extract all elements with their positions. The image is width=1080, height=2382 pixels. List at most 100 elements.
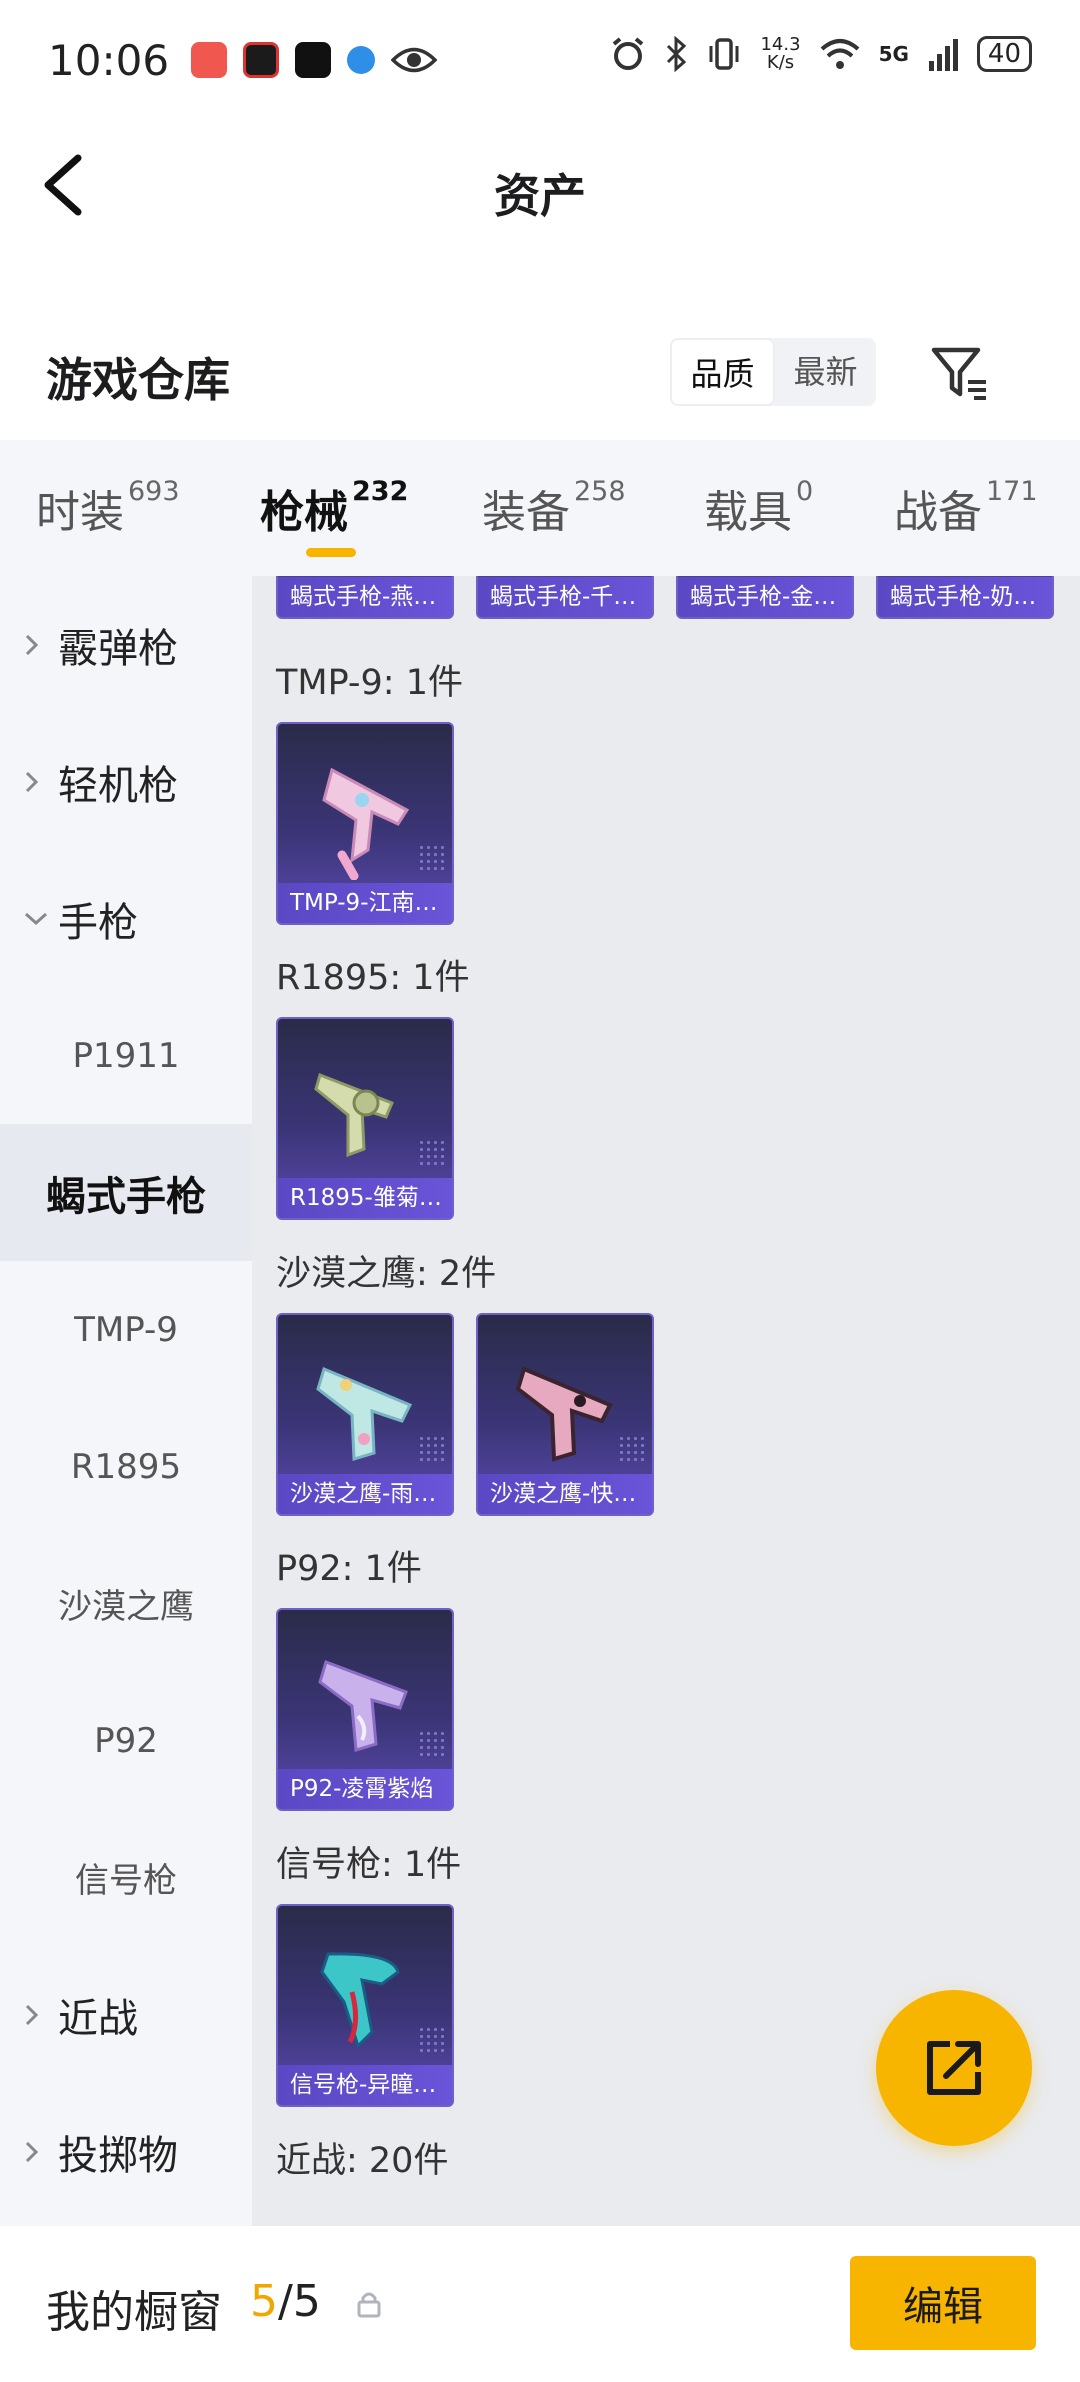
sidebar-item-label: R1895 (70, 1446, 182, 1487)
red-app-notification-icon (191, 42, 228, 78)
sidebar-item-label: P1911 (72, 1035, 180, 1076)
tab-firearms[interactable]: 枪械 232 (260, 476, 408, 540)
page-title: 资产 (494, 169, 586, 223)
item-card[interactable]: 蝎式手枪-燕… (276, 576, 454, 619)
sidebar-item-desert-eagle[interactable]: 沙漠之鹰 (0, 1535, 252, 1672)
status-bar: 10:06 14.3 K/s 5G 40 (0, 0, 1080, 120)
chevron-right-icon (22, 2083, 42, 2220)
sidebar-item-label: 手枪 (58, 899, 138, 946)
item-card[interactable]: 信号枪-异瞳… (276, 1904, 454, 2107)
item-card[interactable]: 蝎式手枪-奶… (876, 576, 1054, 619)
sidebar-item-p92[interactable]: P92 (0, 1672, 252, 1809)
wifi-icon (820, 39, 859, 69)
chevron-down-icon (22, 850, 50, 987)
warehouse-header: 游戏仓库 品质 最新 (0, 320, 1080, 440)
section-label: TMP-9: 1件 (276, 663, 463, 703)
signal-icon (928, 39, 958, 71)
item-name: 沙漠之鹰-雨… (278, 1474, 452, 1514)
sidebar-item-label: TMP-9 (74, 1309, 178, 1350)
chevron-right-icon (22, 1946, 42, 2083)
share-button[interactable] (876, 1990, 1032, 2146)
sort-toggle: 品质 最新 (670, 338, 876, 406)
item-name: TMP-9-江南… (278, 883, 452, 923)
card-pattern (418, 1139, 444, 1165)
sidebar-item-pistol[interactable]: 手枪 (0, 850, 252, 987)
sidebar-item-tmp9[interactable]: TMP-9 (0, 1261, 252, 1398)
section-label: 沙漠之鹰: 2件 (276, 1254, 497, 1294)
showcase-label: 我的橱窗 (46, 2287, 222, 2338)
card-pattern (418, 844, 444, 870)
item-name: 蝎式手枪-燕… (278, 577, 452, 617)
sidebar-item-label: 蝎式手枪 (46, 1173, 206, 1220)
item-name: 蝎式手枪-千… (478, 577, 652, 617)
desert-eagle-skin-image (515, 1366, 613, 1462)
network-type: 5G (878, 42, 909, 66)
desert-eagle-skin-image (316, 1366, 413, 1461)
sidebar-item-label: 信号枪 (75, 1861, 177, 1901)
item-card[interactable]: TMP-9-江南… (276, 722, 454, 925)
item-name: 沙漠之鹰-快… (478, 1474, 652, 1514)
smg-skin-image (322, 767, 410, 880)
sidebar-item-p1911[interactable]: P1911 (0, 987, 252, 1124)
system-status-icons: 14.3 K/s 5G 40 (610, 36, 1032, 72)
flare-gun-skin-image (320, 1952, 400, 2049)
edit-button[interactable]: 编辑 (850, 2256, 1036, 2350)
tab-fashion[interactable]: 时装 693 (36, 476, 180, 540)
card-pattern (618, 1435, 644, 1461)
item-card[interactable]: 蝎式手枪-金… (676, 576, 854, 619)
warehouse-title: 游戏仓库 (46, 353, 230, 407)
tab-vehicles[interactable]: 载具 0 (704, 476, 813, 540)
sidebar-item-shotgun[interactable]: 霰弹枪 (0, 576, 252, 713)
sidebar-item-label: 投掷物 (58, 2132, 178, 2179)
vibrate-icon (709, 38, 739, 70)
sidebar-item-flare-gun[interactable]: 信号枪 (0, 1809, 252, 1946)
item-card[interactable]: 沙漠之鹰-雨… (276, 1313, 454, 1516)
sidebar-item-label: 霰弹枪 (58, 625, 178, 672)
network-speed: 14.3 K/s (760, 34, 801, 73)
alarm-icon (613, 37, 644, 70)
revolver-skin-image (314, 1073, 394, 1158)
lock-icon (357, 2292, 381, 2318)
sidebar-item-melee[interactable]: 近战 (0, 1946, 252, 2083)
sidebar-item-lmg[interactable]: 轻机枪 (0, 713, 252, 850)
item-card[interactable]: 蝎式手枪-千… (476, 576, 654, 619)
sidebar-item-throwables[interactable]: 投掷物 (0, 2083, 252, 2220)
bluetooth-icon (667, 36, 687, 72)
sidebar: 霰弹枪 轻机枪 手枪 P1911 蝎式手枪 TMP-9 R1895 沙漠之鹰 P… (0, 576, 252, 2226)
status-time: 10:06 (48, 35, 170, 85)
p92-skin-image (318, 1660, 408, 1752)
item-name: 蝎式手枪-金… (678, 577, 852, 617)
item-name: 蝎式手枪-奶… (878, 577, 1052, 617)
item-card[interactable]: 沙漠之鹰-快… (476, 1313, 654, 1516)
sort-newest-option[interactable]: 最新 (775, 338, 876, 406)
sidebar-item-label: P92 (94, 1720, 158, 1761)
eye-icon (391, 47, 438, 73)
filter-icon (931, 347, 986, 400)
item-name: P92-凌霄紫焰 (278, 1769, 452, 1809)
sidebar-item-label: 沙漠之鹰 (58, 1587, 194, 1627)
card-pattern (418, 2026, 444, 2052)
external-share-icon (927, 2041, 981, 2095)
bottom-bar: 我的橱窗 5/5 编辑 (0, 2226, 1080, 2382)
sidebar-item-label: 轻机枪 (58, 762, 178, 809)
app-notification-icon (243, 42, 280, 78)
tiktok-notification-icon (295, 42, 332, 78)
item-name: R1895-雏菊… (278, 1178, 452, 1218)
sort-quality-option[interactable]: 品质 (670, 338, 775, 406)
sidebar-item-scorpion[interactable]: 蝎式手枪 (0, 1124, 252, 1261)
item-name: 信号枪-异瞳… (278, 2065, 452, 2105)
item-card[interactable]: R1895-雏菊… (276, 1017, 454, 1220)
sidebar-item-r1895[interactable]: R1895 (0, 1398, 252, 1535)
filter-button[interactable] (928, 340, 992, 404)
tab-equipment[interactable]: 装备 258 (482, 476, 626, 540)
item-list[interactable]: 蝎式手枪-燕… 蝎式手枪-千… 蝎式手枪-金… 蝎式手枪-奶… TMP-9: 1… (252, 576, 1080, 2226)
item-card[interactable]: P92-凌霄紫焰 (276, 1608, 454, 1811)
card-pattern (418, 1730, 444, 1756)
app-header: 资产 (0, 120, 1080, 250)
showcase-count: 5/5 (250, 2276, 321, 2327)
tab-supplies[interactable]: 战备 171 (894, 476, 1038, 540)
section-label: 信号枪: 1件 (276, 1845, 462, 1885)
active-tab-indicator (306, 548, 356, 557)
battery-level: 40 (976, 36, 1032, 72)
sidebar-item-label: 近战 (58, 1995, 138, 2042)
